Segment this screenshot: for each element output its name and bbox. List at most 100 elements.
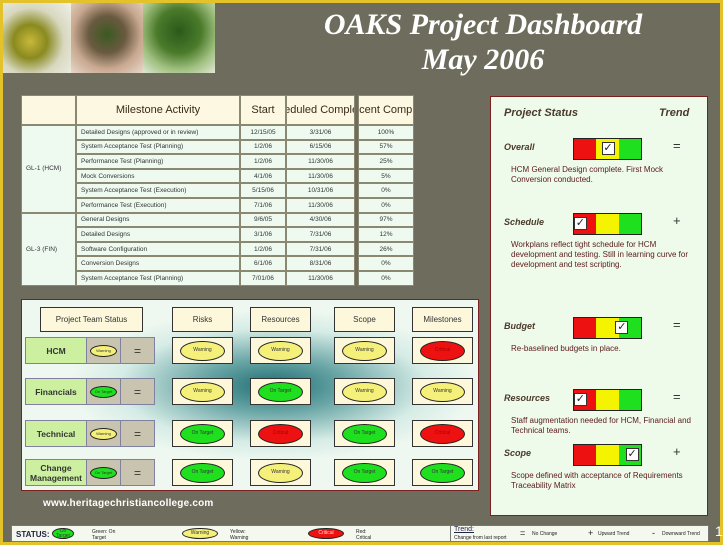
table-cell: 7/31/06 xyxy=(286,241,355,257)
gauge-segment xyxy=(596,390,619,410)
checkbox-icon: ✓ xyxy=(573,217,587,230)
status-gauge: ✓ xyxy=(573,138,642,160)
gauge-segment xyxy=(596,214,619,234)
group-label: GL-3 (FIN) xyxy=(21,212,76,286)
checkbox-icon: ✓ xyxy=(625,448,639,461)
table-cell: 10/31/06 xyxy=(286,183,355,198)
project-status-panel: Project Status Trend Overall ✓ = HCM Genera… xyxy=(490,96,708,516)
status-label-scope: Scope xyxy=(504,448,532,458)
table-cell: 9/6/05 xyxy=(240,212,286,228)
table-cell: 7/31/06 xyxy=(286,227,355,242)
upward-label: Upward Trend xyxy=(598,531,630,537)
trend-indicator: = xyxy=(673,317,681,332)
table-header: Scheduled Completion xyxy=(286,95,355,125)
status-oval: Warning xyxy=(258,462,303,483)
downward-symbol: - xyxy=(652,528,655,538)
status-legend-label: STATUS: xyxy=(16,530,50,539)
table-header-blank xyxy=(21,95,76,125)
status-oval: Warning xyxy=(180,381,225,402)
status-cell: Warning xyxy=(412,378,473,405)
team-name: HCM xyxy=(25,337,87,364)
legend-yellow-desc: Yellow: Warning xyxy=(230,529,249,541)
status-cell: Warning xyxy=(334,337,395,364)
page-title: OAKS Project Dashboard May 2006 xyxy=(233,7,723,77)
status-oval: Critical xyxy=(420,423,465,444)
table-cell: System Acceptance Test (Planning) xyxy=(76,139,240,155)
upward-symbol: + xyxy=(588,528,594,538)
status-oval: Warning xyxy=(90,427,117,440)
status-cell: Warning xyxy=(250,459,311,486)
status-cell: Warning xyxy=(172,337,233,364)
table-header: Start xyxy=(240,95,286,125)
group-label: GL-1 (HCM) xyxy=(21,125,76,213)
project-status-title: Project Status xyxy=(504,107,578,119)
page-number: 1 xyxy=(715,523,723,539)
acorn-photo xyxy=(3,3,71,73)
trend-legend-sub: Change from last report xyxy=(454,535,507,541)
status-description: Workplans reflect tight schedule for HCM… xyxy=(511,240,688,269)
table-cell: 1/2/06 xyxy=(240,241,286,257)
team-trend: = xyxy=(120,337,155,364)
legend-green-oval: On Target xyxy=(52,528,74,539)
status-gauge: ✓ xyxy=(573,444,642,466)
status-oval: Warning xyxy=(342,340,387,361)
trend-legend-label: Trend: xyxy=(454,526,474,533)
team-overall-status: Warning xyxy=(86,420,121,447)
table-cell: 6/1/06 xyxy=(240,256,286,271)
watermark: www.heritagechristiancollege.com xyxy=(43,498,214,509)
gauge-segment xyxy=(574,445,597,465)
status-cell: Critical xyxy=(250,420,311,447)
status-oval: Warning xyxy=(90,344,117,357)
table-cell: Performance Test (Planning) xyxy=(76,154,240,169)
table-cell: System Acceptance Test (Planning) xyxy=(76,271,240,286)
no-change-symbol: = xyxy=(520,528,526,538)
seedling-hands-photo xyxy=(71,3,143,73)
table-cell: 5/15/06 xyxy=(240,183,286,198)
status-cell: On Target xyxy=(412,459,473,486)
status-label-resources: Resources xyxy=(504,393,551,403)
table-cell: Detailed Designs (approved or in review) xyxy=(76,125,240,140)
status-cell: On Target xyxy=(172,420,233,447)
table-cell: 100% xyxy=(358,125,414,140)
trend-indicator: + xyxy=(673,213,681,228)
team-name: Change Management xyxy=(25,459,87,486)
table-cell: 12% xyxy=(358,227,414,242)
team-overall-status: On Target xyxy=(86,459,121,486)
gauge-segment xyxy=(618,139,641,159)
table-header: Percent Complete xyxy=(358,95,414,125)
status-label-overall: Overall xyxy=(504,142,535,152)
team-trend: = xyxy=(120,420,155,447)
table-cell: 4/1/06 xyxy=(240,168,286,184)
table-cell: 0% xyxy=(358,198,414,213)
table-cell: 1/2/06 xyxy=(240,154,286,169)
status-oval: Warning xyxy=(258,340,303,361)
status-cell: Warning xyxy=(250,337,311,364)
column-header-milestones: Milestones xyxy=(412,307,473,332)
status-oval: On Target xyxy=(342,423,387,444)
checkbox-icon: ✓ xyxy=(601,142,615,155)
table-cell: 7/1/06 xyxy=(240,198,286,213)
legend-yellow-oval: Warning xyxy=(182,528,218,539)
title-line-1: OAKS Project Dashboard xyxy=(323,8,643,41)
status-gauge: ✓ xyxy=(573,389,642,411)
status-cell: On Target xyxy=(172,459,233,486)
status-cell: Critical xyxy=(412,337,473,364)
team-overall-status: Warning xyxy=(86,337,121,364)
status-cell: On Target xyxy=(334,420,395,447)
status-oval: Warning xyxy=(180,340,225,361)
table-cell: 97% xyxy=(358,212,414,228)
status-oval: Critical xyxy=(420,340,465,361)
table-cell: Mock Conversions xyxy=(76,168,240,184)
table-cell: 11/30/06 xyxy=(286,168,355,184)
checkbox-icon: ✓ xyxy=(573,393,587,406)
table-cell: 3/31/06 xyxy=(286,125,355,140)
gauge-segment xyxy=(596,445,619,465)
status-oval: On Target xyxy=(90,466,117,479)
team-name: Financials xyxy=(25,378,87,405)
column-header-scope: Scope xyxy=(334,307,395,332)
table-cell: 0% xyxy=(358,271,414,286)
table-cell: 0% xyxy=(358,183,414,198)
team-trend: = xyxy=(120,378,155,405)
status-gauge: ✓ xyxy=(573,213,642,235)
trend-title: Trend xyxy=(659,107,690,119)
